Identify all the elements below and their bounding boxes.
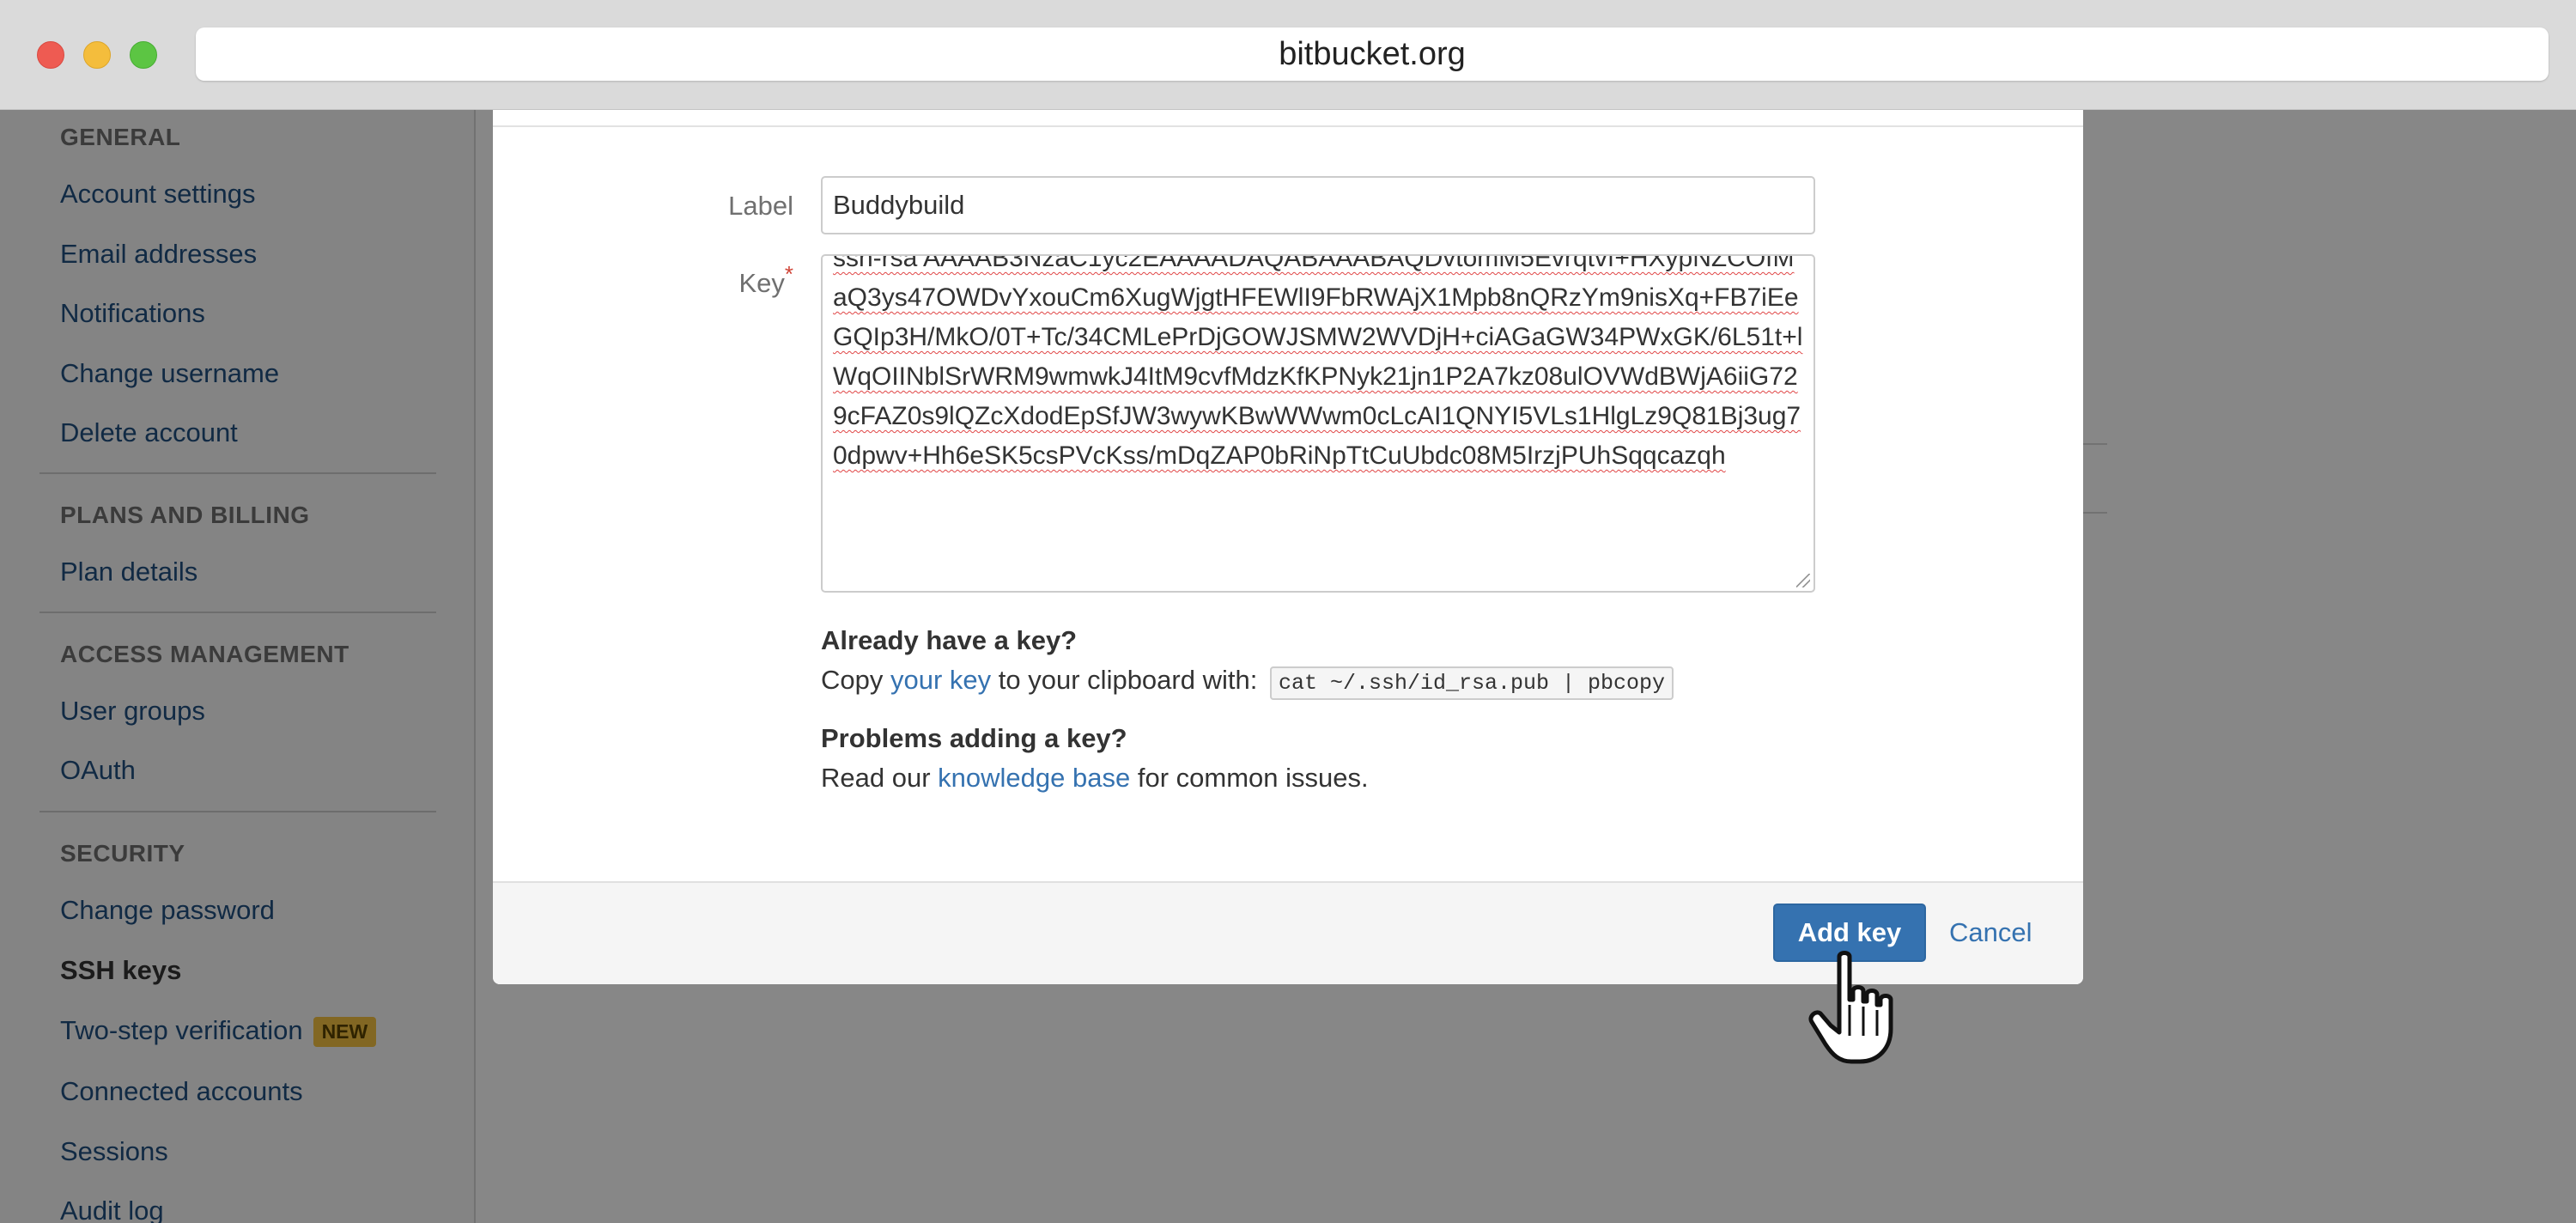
- dialog-header-divider: [493, 125, 2083, 127]
- knowledge-base-link[interactable]: knowledge base: [938, 763, 1130, 793]
- key-textarea-value: ssh-rsa AAAAB3NzaC1yc2EAAAADAQABAAABAQDv…: [833, 254, 1803, 470]
- required-marker: *: [784, 261, 793, 287]
- key-textarea[interactable]: ssh-rsa AAAAB3NzaC1yc2EAAAADAQABAAABAQDv…: [821, 254, 1815, 593]
- read-suffix: for common issues.: [1137, 763, 1369, 793]
- address-bar-url: bitbucket.org: [1279, 35, 1466, 72]
- cancel-button[interactable]: Cancel: [1949, 904, 2032, 962]
- already-have-key-heading: Already have a key?: [821, 625, 1078, 655]
- label-input[interactable]: [821, 176, 1815, 234]
- knowledge-base-line: Read our knowledge base for common issue…: [821, 763, 1369, 794]
- label-field-label: Label: [728, 191, 793, 221]
- close-window-button[interactable]: [37, 41, 64, 69]
- key-field-label-text: Key: [738, 268, 785, 298]
- problems-heading: Problems adding a key?: [821, 723, 1127, 753]
- copy-suffix: to your clipboard with:: [998, 665, 1258, 695]
- resize-handle[interactable]: [1796, 574, 1810, 587]
- copy-key-instructions: Copy your key to your clipboard with: ca…: [821, 665, 1674, 700]
- copy-prefix: Copy: [821, 665, 884, 695]
- read-prefix: Read our: [821, 763, 931, 793]
- hand-cursor-icon: [1808, 951, 1893, 1064]
- your-key-link[interactable]: your key: [890, 665, 991, 695]
- minimize-window-button[interactable]: [83, 41, 111, 69]
- address-bar[interactable]: bitbucket.org: [196, 27, 2549, 81]
- zoom-window-button[interactable]: [130, 41, 157, 69]
- key-field-label: Key*: [665, 261, 793, 299]
- add-ssh-key-dialog: Label Key* ssh-rsa AAAAB3NzaC1yc2EAAAADA…: [493, 110, 2083, 984]
- copy-command: cat ~/.ssh/id_rsa.pub | pbcopy: [1269, 666, 1674, 700]
- browser-chrome: bitbucket.org: [0, 0, 2576, 110]
